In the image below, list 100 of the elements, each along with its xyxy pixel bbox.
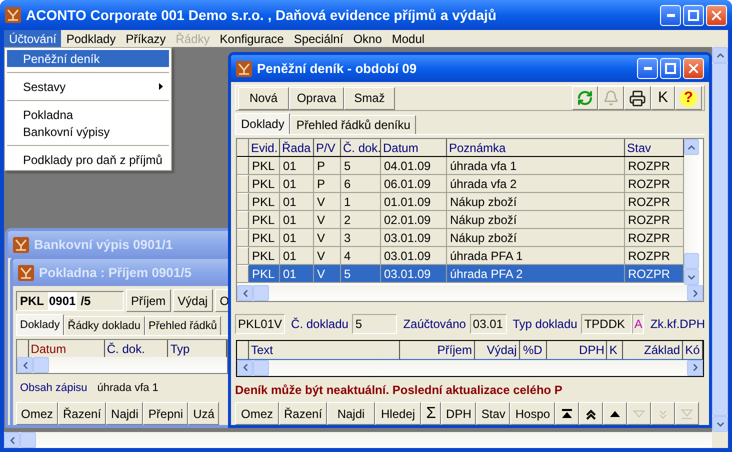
button[interactable]: Výdaj — [172, 289, 213, 312]
text-field[interactable]: 5 — [352, 314, 398, 334]
button[interactable]: Σ — [421, 402, 442, 425]
row-header[interactable] — [237, 265, 249, 282]
table-row[interactable]: PKL 01 P 5 04.01.09 úhrada vfa 1 ROZPR — [237, 157, 684, 175]
menu-item[interactable]: Podklady pro daň z příjmů — [7, 151, 169, 168]
close-button[interactable] — [706, 4, 727, 26]
table-row[interactable]: PKL 01 V 1 01.01.09 Nákup zboží ROZPR — [237, 193, 684, 211]
button[interactable]: Uzá — [188, 402, 220, 425]
row-header[interactable] — [237, 175, 249, 192]
button[interactable]: Přepni — [143, 402, 188, 425]
table-row[interactable]: PKL 01 V 3 03.01.09 Nákup zboží ROZPR — [237, 229, 684, 247]
column-header[interactable]: Řada — [280, 139, 314, 156]
column-header[interactable]: K — [607, 340, 624, 359]
table-row[interactable]: PKL 01 V 5 03.01.09 úhrada PFA 2 ROZPR — [237, 265, 684, 283]
column-header[interactable]: P/V — [314, 139, 341, 156]
column-header[interactable]: Příjem — [400, 340, 475, 359]
table-row[interactable]: PKL 01 V 2 02.01.09 Nákup zboží ROZPR — [237, 211, 684, 229]
horizontal-scrollbar[interactable] — [17, 357, 227, 373]
button[interactable]: DPH — [441, 402, 476, 425]
table-cell: 01 — [280, 229, 314, 246]
table-cell: 04.01.09 — [381, 157, 447, 174]
toolbar-button[interactable]: K — [651, 86, 675, 110]
table-cell: 01 — [280, 211, 314, 228]
maximize-button[interactable] — [683, 4, 704, 26]
tab[interactable]: Přehled řádků — [144, 316, 222, 335]
column-header[interactable]: Datum — [381, 139, 447, 156]
button[interactable]: Stav — [476, 402, 510, 425]
menu-bar-item[interactable]: Podklady — [61, 30, 121, 47]
tab[interactable]: Doklady — [235, 113, 290, 134]
menu-item[interactable]: Pokladna — [7, 106, 169, 123]
help-button[interactable]: ? — [675, 86, 702, 110]
button[interactable]: Hledej — [375, 402, 422, 425]
scroll-thumb[interactable] — [253, 285, 269, 302]
menu-item[interactable]: Peněžní deník — [7, 50, 169, 67]
button[interactable]: Omez — [16, 402, 58, 425]
horizontal-scrollbar[interactable] — [237, 360, 703, 376]
navigation-button[interactable] — [579, 402, 604, 425]
button[interactable]: Oprava — [289, 86, 344, 110]
column-header[interactable]: Základ — [623, 340, 684, 359]
navigation-button[interactable] — [555, 402, 580, 425]
menu-bar-item[interactable]: Příkazy — [120, 30, 171, 47]
column-header[interactable]: Č. dok. — [341, 139, 381, 156]
table-row[interactable]: PKL 01 V 4 03.01.09 úhrada PFA 1 ROZPR — [237, 247, 684, 265]
horizontal-scrollbar[interactable] — [237, 285, 703, 302]
scroll-thumb[interactable] — [253, 360, 269, 376]
column-header[interactable]: Text — [248, 340, 400, 359]
scroll-thumb[interactable] — [20, 432, 36, 448]
minimize-icon — [666, 14, 674, 16]
tab[interactable]: Řádky dokladu — [64, 316, 145, 335]
minimize-button[interactable] — [660, 4, 681, 26]
text-field[interactable]: 03.01 — [470, 314, 507, 334]
scroll-thumb[interactable] — [684, 253, 699, 270]
vertical-scrollbar[interactable] — [684, 139, 699, 286]
document-number-field[interactable]: PKL 0901 /5 — [16, 290, 124, 310]
button[interactable]: Najdi — [106, 402, 144, 425]
tab[interactable]: Doklady — [16, 314, 64, 335]
row-header[interactable] — [237, 193, 249, 210]
column-header[interactable]: Poznámka — [447, 139, 625, 156]
menu-bar-item[interactable]: Okno — [348, 30, 387, 47]
row-header[interactable] — [237, 247, 249, 264]
tab[interactable]: Přehled řádků deníku — [290, 115, 416, 134]
column-header[interactable]: %D — [520, 340, 547, 359]
button[interactable]: Omez — [235, 402, 279, 425]
row-header[interactable] — [237, 229, 249, 246]
button[interactable]: Řazení — [58, 402, 106, 425]
menu-item[interactable]: Sestavy — [7, 78, 169, 95]
menu-item[interactable]: Bankovní výpisy — [7, 123, 169, 140]
scroll-thumb[interactable] — [33, 357, 49, 373]
table-row[interactable]: PKL 01 P 6 06.01.09 úhrada vfa 2 ROZPR — [237, 175, 684, 193]
button[interactable]: Najdi — [327, 402, 376, 425]
menu-bar-item[interactable]: Účtování — [4, 30, 62, 47]
column-header[interactable]: Kó — [683, 340, 704, 359]
button[interactable]: Nová — [238, 86, 289, 110]
minimize-button[interactable] — [637, 58, 658, 79]
menu-bar-item[interactable]: Konfigurace — [214, 30, 289, 47]
maximize-button[interactable] — [660, 58, 681, 79]
text-field[interactable]: PKL01V — [235, 314, 286, 334]
table-cell: V — [314, 229, 341, 246]
button[interactable]: Smaž — [344, 86, 395, 110]
column-header[interactable]: DPH — [546, 340, 608, 359]
row-header[interactable] — [237, 157, 249, 174]
maximize-icon — [688, 10, 699, 20]
print-button[interactable] — [624, 86, 651, 110]
column-header[interactable]: Výdaj — [474, 340, 520, 359]
horizontal-scrollbar[interactable] — [4, 432, 712, 448]
row-header[interactable] — [237, 211, 249, 228]
button[interactable]: Řazení — [279, 402, 328, 425]
table-cell: V — [314, 247, 341, 264]
refresh-icon — [577, 90, 593, 106]
column-header[interactable]: Evid. — [249, 139, 280, 156]
navigation-button[interactable] — [603, 402, 628, 425]
table-cell: P — [314, 175, 341, 192]
text-field[interactable]: TPDDK — [581, 314, 632, 334]
button[interactable]: Hospo — [510, 402, 556, 425]
menu-bar-item[interactable]: Modul — [386, 30, 430, 47]
menu-bar-item[interactable]: Speciální — [288, 30, 348, 47]
button[interactable]: Příjem — [126, 289, 171, 312]
close-button[interactable] — [683, 58, 704, 79]
refresh-button[interactable] — [572, 86, 598, 110]
